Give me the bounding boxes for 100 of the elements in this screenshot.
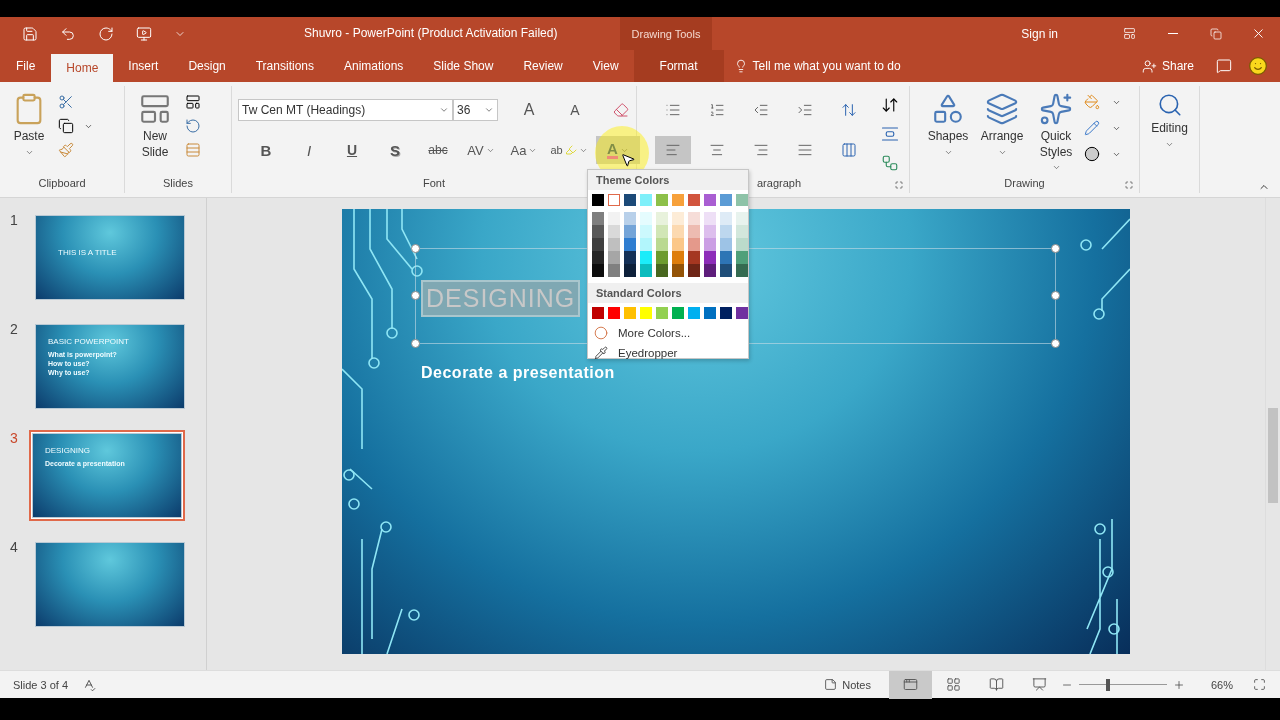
color-swatch[interactable] <box>736 238 748 251</box>
vertical-scrollbar[interactable] <box>1265 198 1280 670</box>
align-left-button[interactable] <box>655 136 691 164</box>
color-swatch[interactable] <box>704 194 716 206</box>
color-swatch[interactable] <box>720 194 732 206</box>
color-swatch[interactable] <box>640 225 652 238</box>
sign-in-link[interactable]: Sign in <box>1021 26 1058 41</box>
case-button[interactable]: Aa <box>506 136 542 164</box>
fit-to-window-icon[interactable] <box>1253 678 1266 691</box>
effects-icon[interactable] <box>1084 146 1100 162</box>
color-swatch[interactable] <box>736 264 748 277</box>
presentation-icon[interactable] <box>136 25 152 42</box>
strike-button[interactable]: abc <box>420 136 456 164</box>
grow-font-button[interactable]: A <box>514 96 544 124</box>
color-swatch[interactable] <box>640 212 652 225</box>
color-swatch[interactable] <box>704 212 716 225</box>
notes-button[interactable]: Notes <box>818 677 877 692</box>
color-swatch[interactable] <box>656 212 668 225</box>
color-swatch[interactable] <box>656 238 668 251</box>
color-swatch[interactable] <box>672 238 684 251</box>
color-swatch[interactable] <box>592 307 604 319</box>
ribbon-tab[interactable]: Slide Show <box>418 50 509 82</box>
align-text-icon[interactable] <box>881 125 899 143</box>
color-swatch[interactable] <box>688 264 700 277</box>
ribbon-tab[interactable]: Home <box>51 54 114 82</box>
section-icon[interactable] <box>185 142 201 158</box>
menu-item[interactable]: More Colors... <box>588 323 748 343</box>
undo-icon[interactable] <box>60 25 76 42</box>
editing-button[interactable]: Editing <box>1146 90 1193 151</box>
paste-button[interactable]: Paste <box>6 90 52 159</box>
color-swatch[interactable] <box>624 238 636 251</box>
color-swatch[interactable] <box>736 194 748 206</box>
scissors-icon[interactable] <box>58 94 74 110</box>
color-swatch[interactable] <box>688 212 700 225</box>
color-swatch[interactable] <box>704 251 716 264</box>
color-swatch[interactable] <box>624 251 636 264</box>
font-name-field[interactable]: Tw Cen MT (Headings) <box>238 99 453 121</box>
outline-pencil-icon[interactable] <box>1084 120 1100 136</box>
styles-button[interactable]: Quick Styles <box>1030 90 1082 175</box>
ribbon-tab[interactable]: Format <box>633 50 724 82</box>
ribbon-tab[interactable]: Animations <box>329 50 419 82</box>
color-swatch[interactable] <box>672 194 684 206</box>
color-swatch[interactable] <box>608 238 620 251</box>
color-swatch[interactable] <box>608 307 620 319</box>
color-swatch[interactable] <box>736 307 748 319</box>
color-swatch[interactable] <box>672 212 684 225</box>
color-swatch[interactable] <box>688 194 700 206</box>
color-swatch[interactable] <box>624 212 636 225</box>
color-swatch[interactable] <box>704 238 716 251</box>
ribbon-tab[interactable]: Insert <box>113 50 174 82</box>
zoom-thumb[interactable] <box>1106 678 1111 691</box>
color-swatch[interactable] <box>688 238 700 251</box>
color-swatch[interactable] <box>736 212 748 225</box>
color-swatch[interactable] <box>640 251 652 264</box>
color-swatch[interactable] <box>720 225 732 238</box>
format-painter-icon[interactable] <box>58 142 74 158</box>
redo-icon[interactable] <box>98 25 114 42</box>
share-button[interactable]: Share <box>1135 57 1200 75</box>
ribbon-tab[interactable]: View <box>577 50 634 82</box>
spacing-button[interactable]: AV <box>463 136 499 164</box>
color-swatch[interactable] <box>720 307 732 319</box>
text-direction-icon[interactable] <box>881 96 899 114</box>
color-swatch[interactable] <box>720 251 732 264</box>
color-swatch[interactable] <box>720 238 732 251</box>
color-swatch[interactable] <box>592 194 604 206</box>
color-swatch[interactable] <box>736 251 748 264</box>
underline-button[interactable]: U <box>334 136 370 164</box>
color-swatch[interactable] <box>720 212 732 225</box>
smartart-icon[interactable] <box>881 154 899 172</box>
color-swatch[interactable] <box>624 194 636 206</box>
save-icon[interactable] <box>22 25 38 42</box>
shapes-button[interactable]: Shapes <box>922 90 974 159</box>
color-swatch[interactable] <box>656 194 668 206</box>
color-swatch[interactable] <box>672 251 684 264</box>
color-swatch[interactable] <box>592 225 604 238</box>
color-swatch[interactable] <box>640 264 652 277</box>
color-swatch[interactable] <box>608 194 620 206</box>
slide-thumbnail[interactable] <box>32 539 188 630</box>
color-swatch[interactable] <box>672 264 684 277</box>
ribbon-tab[interactable]: Review <box>508 50 578 82</box>
zoom-in-icon[interactable] <box>1172 678 1185 691</box>
color-swatch[interactable] <box>672 307 684 319</box>
shadow-button[interactable]: S <box>377 136 413 164</box>
reset-icon[interactable] <box>185 118 201 134</box>
ribbon-tab[interactable]: Design <box>173 50 241 82</box>
ribbon-tab[interactable]: Transitions <box>240 50 329 82</box>
highlight-button[interactable]: ab <box>549 136 589 164</box>
new-slide-button[interactable]: New Slide <box>131 90 179 163</box>
layout-icon[interactable] <box>185 94 201 110</box>
tell-me-field[interactable]: Tell me what you want to do <box>752 59 901 73</box>
color-swatch[interactable] <box>592 264 604 277</box>
color-swatch[interactable] <box>656 225 668 238</box>
color-swatch[interactable] <box>688 307 700 319</box>
color-swatch[interactable] <box>640 194 652 206</box>
color-swatch[interactable] <box>704 225 716 238</box>
color-swatch[interactable] <box>656 307 668 319</box>
arrange-button[interactable]: Arrange <box>976 90 1028 159</box>
color-swatch[interactable] <box>608 251 620 264</box>
color-swatch[interactable] <box>624 225 636 238</box>
color-swatch[interactable] <box>640 238 652 251</box>
